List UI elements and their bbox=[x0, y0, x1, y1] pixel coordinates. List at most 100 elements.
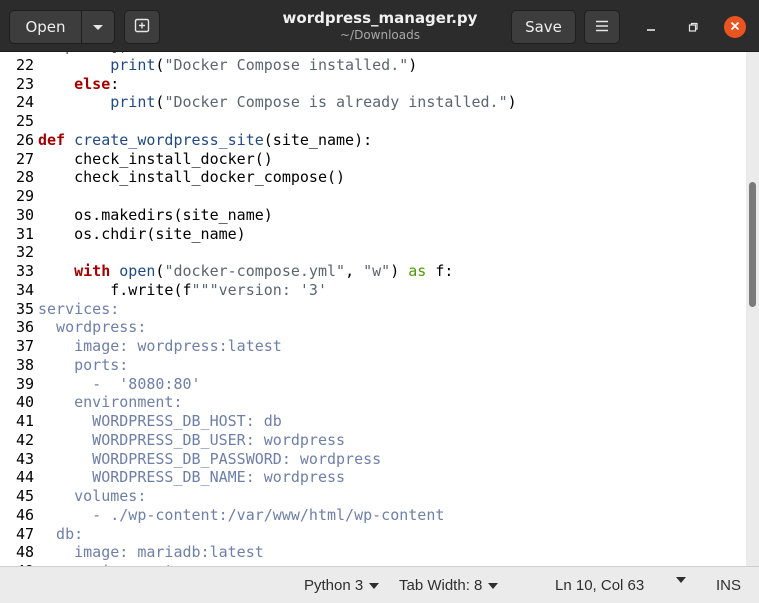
line-number: 44 bbox=[15, 468, 34, 487]
line-code: WORDPRESS_DB_NAME: wordpress bbox=[34, 468, 345, 487]
code-token: with bbox=[74, 262, 111, 280]
line-code: db: bbox=[34, 525, 83, 544]
code-token: check_install_docker() bbox=[38, 149, 273, 168]
code-token: """version: '3' bbox=[191, 280, 327, 299]
open-button[interactable]: Open bbox=[9, 10, 82, 44]
line-code: services: bbox=[34, 300, 119, 319]
vertical-scrollbar[interactable] bbox=[746, 52, 759, 566]
code-token: def bbox=[38, 130, 66, 149]
window-title: wordpress_manager.py bbox=[282, 9, 478, 27]
code-line[interactable]: 35 services: bbox=[0, 300, 746, 319]
code-line[interactable]: 24 print("Docker Compose is already inst… bbox=[0, 93, 746, 112]
line-code: def create_wordpress_site(site_name): bbox=[34, 131, 372, 150]
code-token: WORDPRESS_DB_HOST: db bbox=[38, 412, 282, 430]
line-code: - ./wp-content:/var/www/html/wp-content bbox=[34, 506, 444, 525]
code-line[interactable]: 32 bbox=[0, 243, 746, 262]
code-token: (site_name): bbox=[263, 130, 373, 149]
code-line[interactable]: 39 - '8080:80' bbox=[0, 375, 746, 394]
line-code: ports: bbox=[34, 356, 128, 375]
new-document-icon bbox=[134, 17, 150, 37]
line-code: - '8080:80' bbox=[34, 375, 200, 394]
line-number: 25 bbox=[15, 112, 34, 130]
line-number: 40 bbox=[15, 393, 34, 412]
scrollbar-thumb[interactable] bbox=[749, 182, 756, 307]
line-code: with open("docker-compose.yml", "w") as … bbox=[34, 262, 453, 281]
new-tab-button[interactable] bbox=[124, 10, 160, 44]
minimize-button[interactable] bbox=[640, 16, 662, 38]
code-line[interactable]: 33 with open("docker-compose.yml", "w") … bbox=[0, 262, 746, 281]
code-token: f.write(f bbox=[38, 280, 192, 299]
line-number: 45 bbox=[15, 487, 34, 505]
close-icon bbox=[730, 20, 740, 35]
code-line[interactable]: 40 environment: bbox=[0, 393, 746, 412]
line-code: os.chdir(site_name) bbox=[34, 225, 246, 244]
code-line[interactable]: 41 WORDPRESS_DB_HOST: db bbox=[0, 412, 746, 431]
code-line[interactable]: 37 image: wordpress:latest bbox=[0, 337, 746, 356]
line-number: 29 bbox=[15, 187, 34, 205]
code-token: WORDPRESS_DB_PASSWORD: wordpress bbox=[38, 449, 382, 468]
line-number: 26 bbox=[15, 130, 34, 149]
code-line[interactable]: 22 print("Docker Compose installed.") bbox=[0, 56, 746, 75]
tab-width-label: Tab Width: 8 bbox=[399, 577, 483, 594]
code-line[interactable]: 27 check_install_docker() bbox=[0, 150, 746, 169]
code-token: image: mariadb:latest bbox=[38, 543, 264, 562]
code-token: - ./wp-content:/var/www/html/wp-content bbox=[38, 505, 445, 524]
line-number: 27 bbox=[15, 149, 34, 168]
code-token: ) bbox=[390, 262, 409, 280]
window-subtitle: ~/Downloads bbox=[340, 28, 420, 42]
code-line[interactable]: 43 WORDPRESS_DB_PASSWORD: wordpress bbox=[0, 450, 746, 469]
line-number: 39 bbox=[15, 374, 34, 393]
open-button-label: Open bbox=[25, 18, 66, 36]
close-button[interactable] bbox=[724, 16, 746, 38]
code-line[interactable]: 46 - ./wp-content:/var/www/html/wp-conte… bbox=[0, 506, 746, 525]
code-token: "Docker Compose is already installed." bbox=[164, 93, 508, 112]
code-editor[interactable]: compose"])22 print("Docker Compose insta… bbox=[0, 52, 746, 566]
cursor-position-menu[interactable] bbox=[676, 577, 686, 583]
maximize-button[interactable] bbox=[682, 16, 704, 38]
insert-mode-indicator[interactable]: INS bbox=[716, 577, 741, 594]
code-line[interactable]: 44 WORDPRESS_DB_NAME: wordpress bbox=[0, 468, 746, 487]
code-line[interactable]: 28 check_install_docker_compose() bbox=[0, 168, 746, 187]
line-number: 43 bbox=[15, 449, 34, 468]
code-line[interactable]: 34 f.write(f"""version: '3' bbox=[0, 281, 746, 300]
code-line[interactable]: 47 db: bbox=[0, 525, 746, 544]
code-token: db: bbox=[38, 524, 84, 543]
line-number: 38 bbox=[15, 355, 34, 374]
code-token: environment: bbox=[38, 393, 183, 412]
code-line[interactable]: 23 else: bbox=[0, 75, 746, 94]
code-token: f: bbox=[426, 262, 454, 280]
code-line[interactable]: 36 wordpress: bbox=[0, 318, 746, 337]
language-selector[interactable]: Python 3 bbox=[304, 577, 380, 594]
code-token: else bbox=[74, 74, 111, 93]
code-line[interactable]: 45 volumes: bbox=[0, 487, 746, 506]
code-line[interactable]: 48 image: mariadb:latest bbox=[0, 543, 746, 562]
status-bar: Python 3 Tab Width: 8 Ln 10, Col 63 INS bbox=[0, 566, 759, 603]
insert-mode-label: INS bbox=[716, 577, 742, 594]
line-number: 37 bbox=[15, 337, 34, 355]
code-line[interactable]: 42 WORDPRESS_DB_USER: wordpress bbox=[0, 431, 746, 450]
line-number: 42 bbox=[15, 430, 34, 449]
tab-width-selector[interactable]: Tab Width: 8 bbox=[399, 577, 499, 594]
window-title-area: wordpress_manager.py ~/Downloads bbox=[230, 9, 530, 43]
save-button[interactable]: Save bbox=[511, 10, 576, 44]
code-line[interactable]: 38 ports: bbox=[0, 356, 746, 375]
code-line[interactable]: 30 os.makedirs(site_name) bbox=[0, 206, 746, 225]
line-code: check_install_docker() bbox=[34, 150, 273, 169]
save-button-label: Save bbox=[525, 18, 562, 36]
code-token: compose"]) bbox=[38, 52, 128, 55]
line-code: environment: bbox=[34, 393, 183, 412]
code-line[interactable]: 26 def create_wordpress_site(site_name): bbox=[0, 131, 746, 150]
code-line[interactable]: 31 os.chdir(site_name) bbox=[0, 225, 746, 244]
code-token: wordpress: bbox=[38, 318, 147, 337]
code-line[interactable]: 29 bbox=[0, 187, 746, 206]
cursor-position-label: Ln 10, Col 63 bbox=[555, 577, 645, 594]
cursor-position[interactable]: Ln 10, Col 63 bbox=[555, 577, 644, 594]
code-line[interactable]: 25 bbox=[0, 112, 746, 131]
chevron-down-icon bbox=[676, 577, 686, 583]
line-number: 35 bbox=[15, 299, 34, 318]
hamburger-menu-button[interactable] bbox=[584, 10, 620, 44]
line-code: image: wordpress:latest bbox=[34, 337, 282, 356]
open-menu-button[interactable] bbox=[81, 10, 115, 44]
